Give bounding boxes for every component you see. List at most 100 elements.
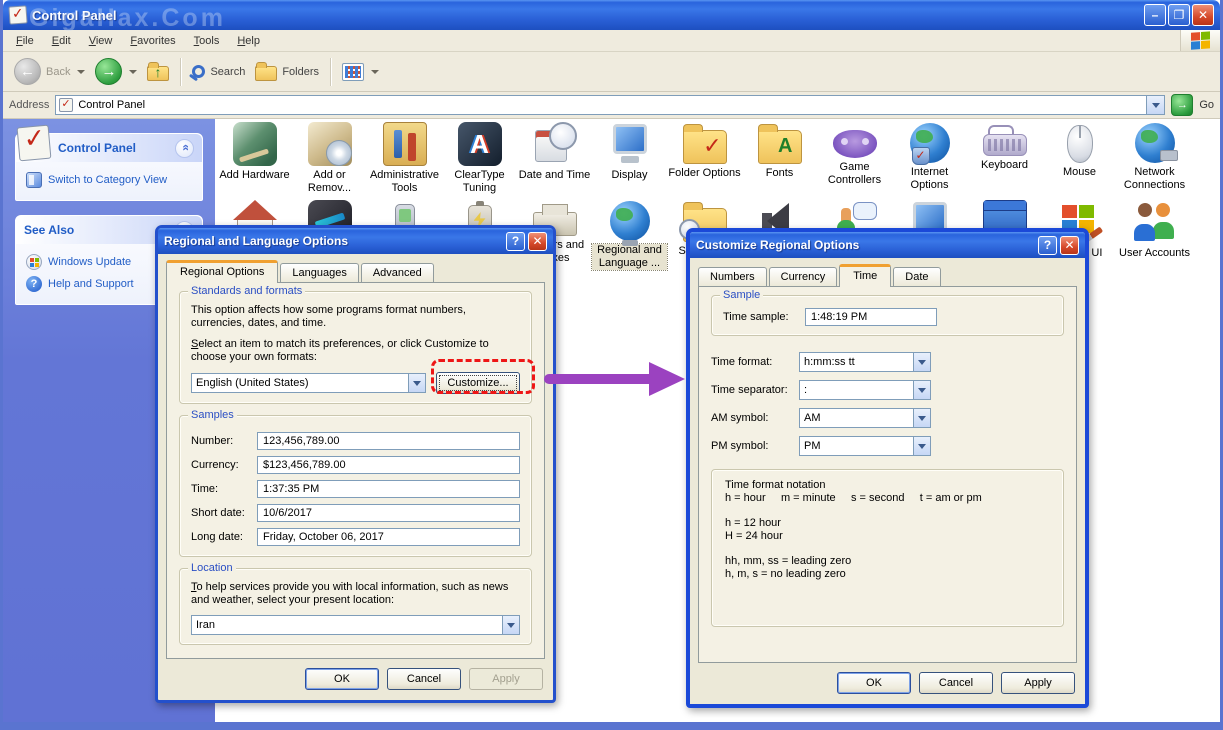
customize-tab-date[interactable]: Date (893, 267, 940, 286)
menu-item-edit[interactable]: Edit (43, 33, 80, 49)
go-label: Go (1199, 99, 1214, 111)
cp-item-keyboard[interactable]: Keyboard (967, 122, 1042, 200)
close-icon[interactable]: ✕ (1060, 236, 1079, 255)
customize-tab-currency[interactable]: Currency (769, 267, 838, 286)
cp-item-folder-options[interactable]: Folder Options (667, 122, 742, 200)
address-dropdown-button[interactable] (1146, 96, 1164, 114)
regional-tab-advanced[interactable]: Advanced (361, 263, 434, 282)
menu-item-favorites[interactable]: Favorites (121, 33, 184, 49)
sample-value-field[interactable]: $123,456,789.00 (257, 456, 520, 474)
sidebar-link-label: Switch to Category View (48, 174, 167, 186)
address-location-icon (59, 98, 73, 112)
combo-time-format[interactable]: h:mm:ss tt (799, 352, 931, 372)
notation-line: Time format notation (725, 479, 1050, 492)
format-select[interactable]: English (United States) (191, 373, 426, 393)
sample-value-field[interactable]: 1:37:35 PM (257, 480, 520, 498)
address-label: Address (9, 99, 49, 111)
customize-tab-numbers[interactable]: Numbers (698, 267, 767, 286)
cp-item-add-hardware[interactable]: Add Hardware (217, 122, 292, 200)
icon-label: Mouse (1042, 166, 1117, 179)
cp-item-fonts[interactable]: Fonts (742, 122, 817, 200)
cp-item-date-and-time[interactable]: Date and Time (517, 122, 592, 200)
menu-item-file[interactable]: File (7, 33, 43, 49)
sample-value-field[interactable]: 10/6/2017 (257, 504, 520, 522)
apply-button[interactable]: Apply (1001, 672, 1075, 694)
apply-label: Apply (492, 673, 520, 685)
sample-value-field[interactable]: Friday, October 06, 2017 (257, 528, 520, 546)
control-panel-panel-icon (17, 125, 52, 162)
folders-label: Folders (282, 66, 319, 78)
toolbar: ← Back → ↑ Search Folders (3, 52, 1220, 92)
menu-item-view[interactable]: View (80, 33, 122, 49)
sidebar-link-switch-to-category-view[interactable]: Switch to Category View (24, 169, 194, 191)
toolbar-separator (180, 58, 181, 86)
customize-tab-time[interactable]: Time (839, 264, 891, 287)
close-button[interactable]: ✕ (1192, 4, 1214, 26)
back-dropdown-icon (77, 70, 85, 74)
sample-row-time: Time:1:37:35 PM (191, 480, 520, 498)
group-title: Sample (720, 289, 763, 301)
cp-item-administrative-tools[interactable]: Administrative Tools (367, 122, 442, 200)
combo-am-symbol[interactable]: AM (799, 408, 931, 428)
views-dropdown-icon (371, 70, 379, 74)
combo-value: AM (800, 412, 913, 424)
regional-options-tab-page: Standards and formats This option affect… (166, 282, 545, 659)
cp-item-network-connections[interactable]: Network Connections (1117, 122, 1192, 200)
regional-tab-regional-options[interactable]: Regional Options (166, 260, 278, 283)
administrative-tools-icon (383, 122, 427, 166)
cancel-button[interactable]: Cancel (919, 672, 993, 694)
cp-item-add-or-remov[interactable]: Add or Remov... (292, 122, 367, 200)
combo-pm-symbol[interactable]: PM (799, 436, 931, 456)
back-button[interactable]: ← Back (9, 55, 90, 88)
forward-button[interactable]: → (90, 55, 142, 88)
collapse-chevron-icon[interactable]: » (175, 139, 194, 158)
combo-time-separator[interactable]: : (799, 380, 931, 400)
minimize-button[interactable]: – (1144, 4, 1166, 26)
time-format-notation-box: Time format notationh = hour m = minute … (711, 469, 1064, 627)
combo-arrow-icon (913, 409, 930, 427)
back-icon: ← (14, 58, 41, 85)
cp-item-game-controllers[interactable]: Game Controllers (817, 122, 892, 200)
location-select[interactable]: Iran (191, 615, 520, 635)
game-controllers-icon (833, 130, 877, 158)
group-title: Location (188, 562, 236, 574)
customize-dialog-tabs: NumbersCurrencyTimeDate (690, 258, 1085, 286)
up-button[interactable]: ↑ (142, 59, 174, 84)
cp-item-user-accounts[interactable]: User Accounts (1117, 200, 1192, 271)
help-button[interactable]: ? (1038, 236, 1057, 255)
cp-item-cleartype-tuning[interactable]: ClearType Tuning (442, 122, 517, 200)
combo-arrow-icon (913, 437, 930, 455)
combo-arrow-icon (913, 381, 930, 399)
icon-label: Add or Remov... (292, 169, 367, 195)
regional-dialog-title: Regional and Language Options (164, 234, 348, 248)
menu-item-tools[interactable]: Tools (185, 33, 229, 49)
ok-button[interactable]: OK (837, 672, 911, 694)
time-sample-field[interactable]: 1:48:19 PM (805, 308, 937, 326)
keyboard-icon (983, 134, 1027, 156)
search-button[interactable]: Search (187, 62, 250, 81)
maximize-button[interactable]: ❐ (1168, 4, 1190, 26)
field-label: PM symbol: (711, 440, 799, 452)
sample-value-field[interactable]: 123,456,789.00 (257, 432, 520, 450)
regional-tab-languages[interactable]: Languages (280, 263, 358, 282)
cp-item-regional-and-language[interactable]: Regional and Language ... (592, 200, 667, 271)
ok-button[interactable]: OK (305, 668, 379, 690)
help-button[interactable]: ? (506, 232, 525, 251)
folders-button[interactable]: Folders (250, 59, 324, 84)
address-input[interactable]: Control Panel (55, 95, 1165, 115)
cancel-button[interactable]: Cancel (387, 668, 461, 690)
icon-label: Regional and Language ... (592, 244, 667, 270)
time-sample-label: Time sample: (723, 311, 805, 323)
notation-line: H = 24 hour (725, 530, 1050, 543)
go-button[interactable]: → (1171, 94, 1193, 116)
cp-item-internet-options[interactable]: Internet Options (892, 122, 967, 200)
field-row-time-separator: Time separator:: (711, 380, 1064, 400)
views-button[interactable] (337, 60, 384, 84)
menu-item-help[interactable]: Help (228, 33, 269, 49)
cp-item-mouse[interactable]: Mouse (1042, 122, 1117, 200)
cp-item-display[interactable]: Display (592, 122, 667, 200)
icon-label: Display (592, 169, 667, 182)
close-icon[interactable]: ✕ (528, 232, 547, 251)
search-label: Search (210, 66, 245, 78)
icon-row-1: Add HardwareAdd or Remov...Administrativ… (215, 122, 1220, 200)
